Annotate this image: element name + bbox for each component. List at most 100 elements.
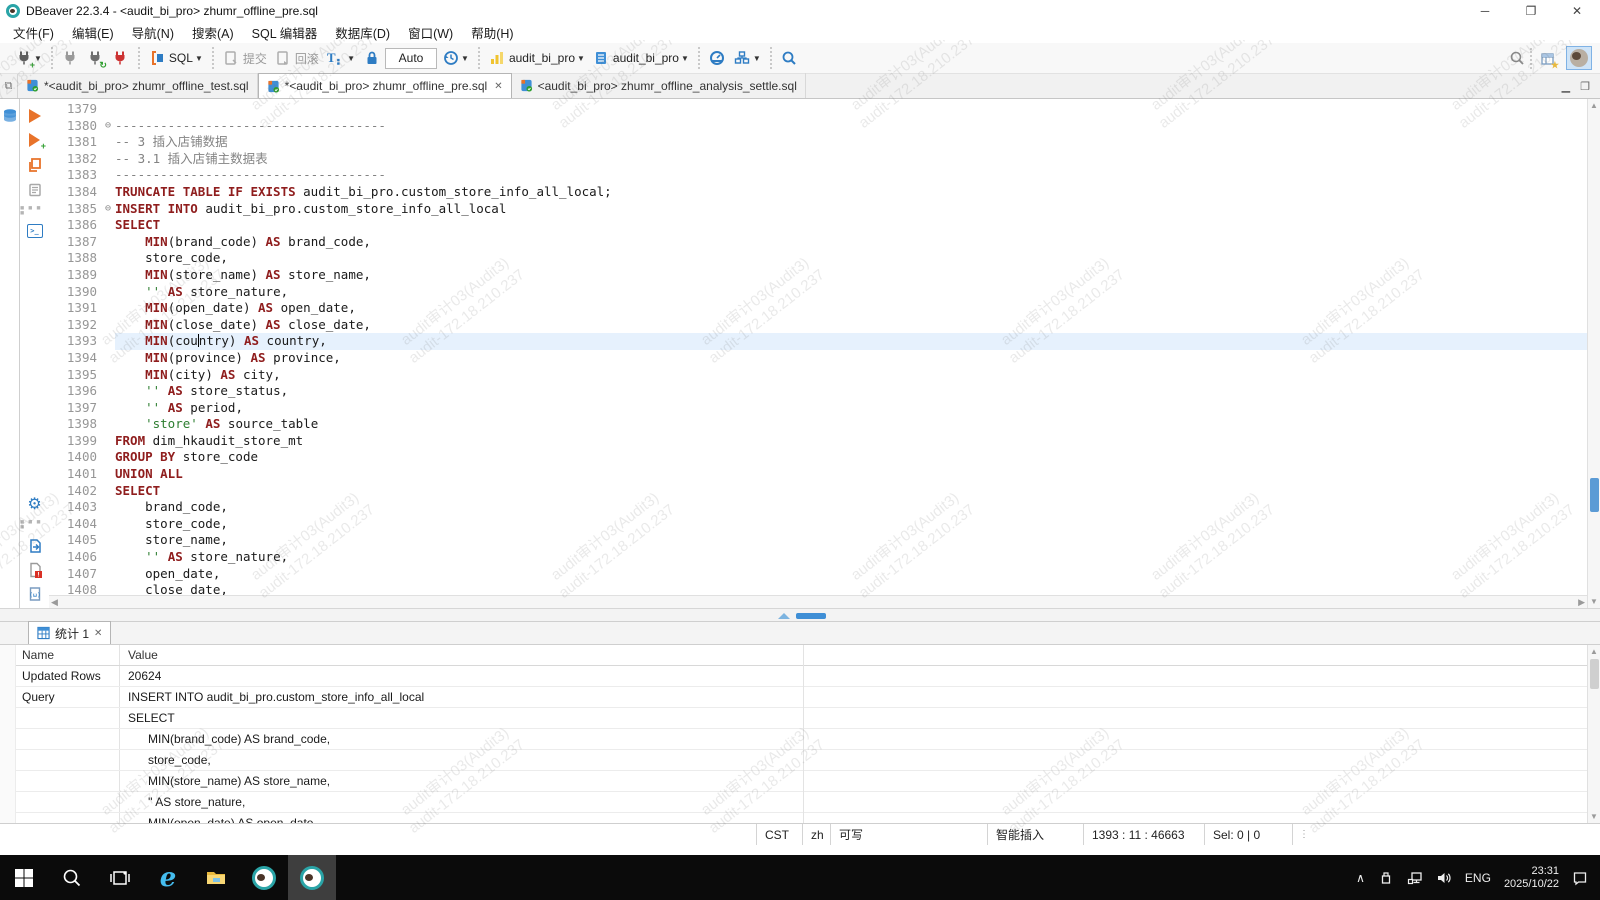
execute-new-tab-icon[interactable]: + [26, 131, 43, 148]
internet-explorer-button[interactable]: e [144, 855, 192, 900]
regex-file-icon[interactable]: (ω) [26, 585, 43, 602]
sash-restore-icon[interactable] [778, 613, 790, 619]
close-icon[interactable]: ✕ [94, 628, 102, 639]
stats-row[interactable]: '' AS store_nature, [0, 792, 1600, 813]
user-profile-button[interactable] [1566, 46, 1592, 70]
code-line[interactable]: 1398 'store' AS source_table [49, 416, 1587, 433]
stats-row[interactable]: MIN(store_name) AS store_name, [0, 771, 1600, 792]
reconnect-button[interactable]: ↻ [84, 48, 107, 69]
dashboard-button[interactable] [706, 48, 729, 69]
stats-row[interactable]: MIN(brand_code) AS brand_code, [0, 729, 1600, 750]
language-indicator[interactable]: ENG [1465, 871, 1491, 885]
panel-splitter[interactable] [0, 608, 1600, 622]
file-explorer-button[interactable] [192, 855, 240, 900]
maximize-button[interactable]: ❐ [1508, 0, 1554, 22]
menu-item[interactable]: 导航(N) [123, 21, 183, 44]
tab-close-icon[interactable]: ✕ [494, 81, 502, 92]
code-line[interactable]: 1394 MIN(province) AS province, [49, 350, 1587, 367]
name-column-header[interactable]: Name [0, 645, 120, 665]
code-line[interactable]: 1397 '' AS period, [49, 400, 1587, 417]
connect-button[interactable] [59, 48, 82, 69]
code-line[interactable]: 1407 open_date, [49, 566, 1587, 583]
tasks-button[interactable]: ▼ [731, 48, 764, 69]
dbeaver-taskbar-button-active[interactable] [288, 855, 336, 900]
tray-expand-icon[interactable]: ∧ [1356, 871, 1365, 885]
scroll-up-icon[interactable]: ▲ [1590, 647, 1598, 656]
volume-icon[interactable] [1436, 870, 1452, 886]
stats-row[interactable]: SELECT [0, 708, 1600, 729]
transaction-mode-button[interactable]: T⡄ ▼ [324, 48, 358, 68]
explain-plan-icon[interactable] [26, 181, 43, 198]
action-center-icon[interactable] [1572, 870, 1588, 886]
stats-row[interactable]: store_code, [0, 750, 1600, 771]
code-line[interactable]: 1389 MIN(store_name) AS store_name, [49, 267, 1587, 284]
menu-item[interactable]: 数据库(D) [326, 21, 399, 44]
rollback-button[interactable]: 回滚 [272, 48, 322, 69]
code-line[interactable]: 1379 [49, 101, 1587, 118]
code-line[interactable]: 1380⊖-----------------------------------… [49, 118, 1587, 135]
save-file-warning-icon[interactable]: ! [26, 561, 43, 578]
quick-search-button[interactable] [1505, 48, 1528, 69]
sash-maximize-icon[interactable] [796, 613, 826, 619]
database-navigator-icon[interactable] [1, 107, 18, 124]
sql-editor[interactable]: 13791380⊖-------------------------------… [49, 99, 1587, 608]
code-line[interactable]: 1386SELECT [49, 217, 1587, 234]
commit-button[interactable]: 提交 [220, 48, 270, 69]
stats-row[interactable]: MIN(open_date) AS open_date, [0, 813, 1600, 823]
new-sql-editor-button[interactable]: SQL ▼ [146, 48, 206, 69]
transaction-log-button[interactable]: ▼ [439, 48, 472, 69]
restore-panel-icon[interactable]: ⧉ [0, 74, 18, 98]
stats-vertical-scrollbar[interactable]: ▲ ▼ [1587, 645, 1600, 823]
open-perspective-button[interactable]: ★ [1530, 48, 1559, 69]
code-line[interactable]: 1382-- 3.1 插入店铺主数据表 [49, 151, 1587, 168]
execute-statement-icon[interactable] [29, 109, 41, 123]
code-line[interactable]: 1405 store_name, [49, 532, 1587, 549]
code-line[interactable]: 1384TRUNCATE TABLE IF EXISTS audit_bi_pr… [49, 184, 1587, 201]
code-line[interactable]: 1392 MIN(close_date) AS close_date, [49, 317, 1587, 334]
taskbar-search-button[interactable] [48, 855, 96, 900]
code-line[interactable]: 1387 MIN(brand_code) AS brand_code, [49, 234, 1587, 251]
editor-tab[interactable]: *<audit_bi_pro> zhumr_offline_test.sql [18, 73, 258, 98]
close-button[interactable]: ✕ [1554, 0, 1600, 22]
scroll-up-icon[interactable]: ▲ [1590, 101, 1598, 110]
code-line[interactable]: 1381-- 3 插入店铺数据 [49, 134, 1587, 151]
code-line[interactable]: 1388 store_code, [49, 250, 1587, 267]
disconnect-button[interactable] [109, 48, 132, 69]
stats-row[interactable]: Updated Rows20624 [0, 666, 1600, 687]
fold-collapse-icon[interactable]: ⊖ [101, 201, 115, 218]
connection-selector[interactable]: audit_bi_pro ▼ [486, 48, 588, 69]
stats-tab[interactable]: 统计 1 ✕ [28, 621, 111, 644]
code-line[interactable]: 1399FROM dim_hkaudit_store_mt [49, 433, 1587, 450]
code-line[interactable]: 1390 '' AS store_nature, [49, 284, 1587, 301]
fold-collapse-icon[interactable]: ⊖ [101, 118, 115, 135]
auto-commit-select[interactable]: Auto [385, 48, 437, 69]
sql-console-icon[interactable]: >_ [27, 224, 43, 238]
usb-device-icon[interactable] [1378, 870, 1394, 886]
code-line[interactable]: 1406 '' AS store_nature, [49, 549, 1587, 566]
menu-item[interactable]: SQL 编辑器 [243, 21, 327, 44]
code-line[interactable]: 1383------------------------------------ [49, 167, 1587, 184]
code-line[interactable]: 1402SELECT [49, 483, 1587, 500]
code-line[interactable]: 1396 '' AS store_status, [49, 383, 1587, 400]
scroll-down-icon[interactable]: ▼ [1590, 597, 1598, 606]
execute-script-icon[interactable] [26, 156, 43, 173]
start-button[interactable] [0, 855, 48, 900]
value-column-header[interactable]: Value [120, 645, 158, 665]
scrollbar-thumb[interactable] [1590, 659, 1599, 689]
network-icon[interactable] [1407, 870, 1423, 886]
dbeaver-taskbar-button[interactable] [240, 855, 288, 900]
task-view-button[interactable] [96, 855, 144, 900]
schema-selector[interactable]: audit_bi_pro ▼ [590, 48, 692, 69]
code-line[interactable]: 1404 store_code, [49, 516, 1587, 533]
code-line[interactable]: 1395 MIN(city) AS city, [49, 367, 1587, 384]
scroll-down-icon[interactable]: ▼ [1590, 812, 1598, 821]
editor-tab[interactable]: *<audit_bi_pro> zhumr_offline_pre.sql✕ [258, 73, 512, 98]
code-line[interactable]: 1401UNION ALL [49, 466, 1587, 483]
scrollbar-thumb[interactable] [1590, 478, 1599, 512]
transaction-lock-button[interactable] [360, 48, 383, 69]
stats-row[interactable]: QueryINSERT INTO audit_bi_pro.custom_sto… [0, 687, 1600, 708]
scroll-left-icon[interactable]: ◀ [51, 597, 58, 608]
maximize-editor-icon[interactable]: ❐ [1580, 80, 1590, 93]
export-file-icon[interactable] [26, 537, 43, 554]
code-line[interactable]: 1403 brand_code, [49, 499, 1587, 516]
